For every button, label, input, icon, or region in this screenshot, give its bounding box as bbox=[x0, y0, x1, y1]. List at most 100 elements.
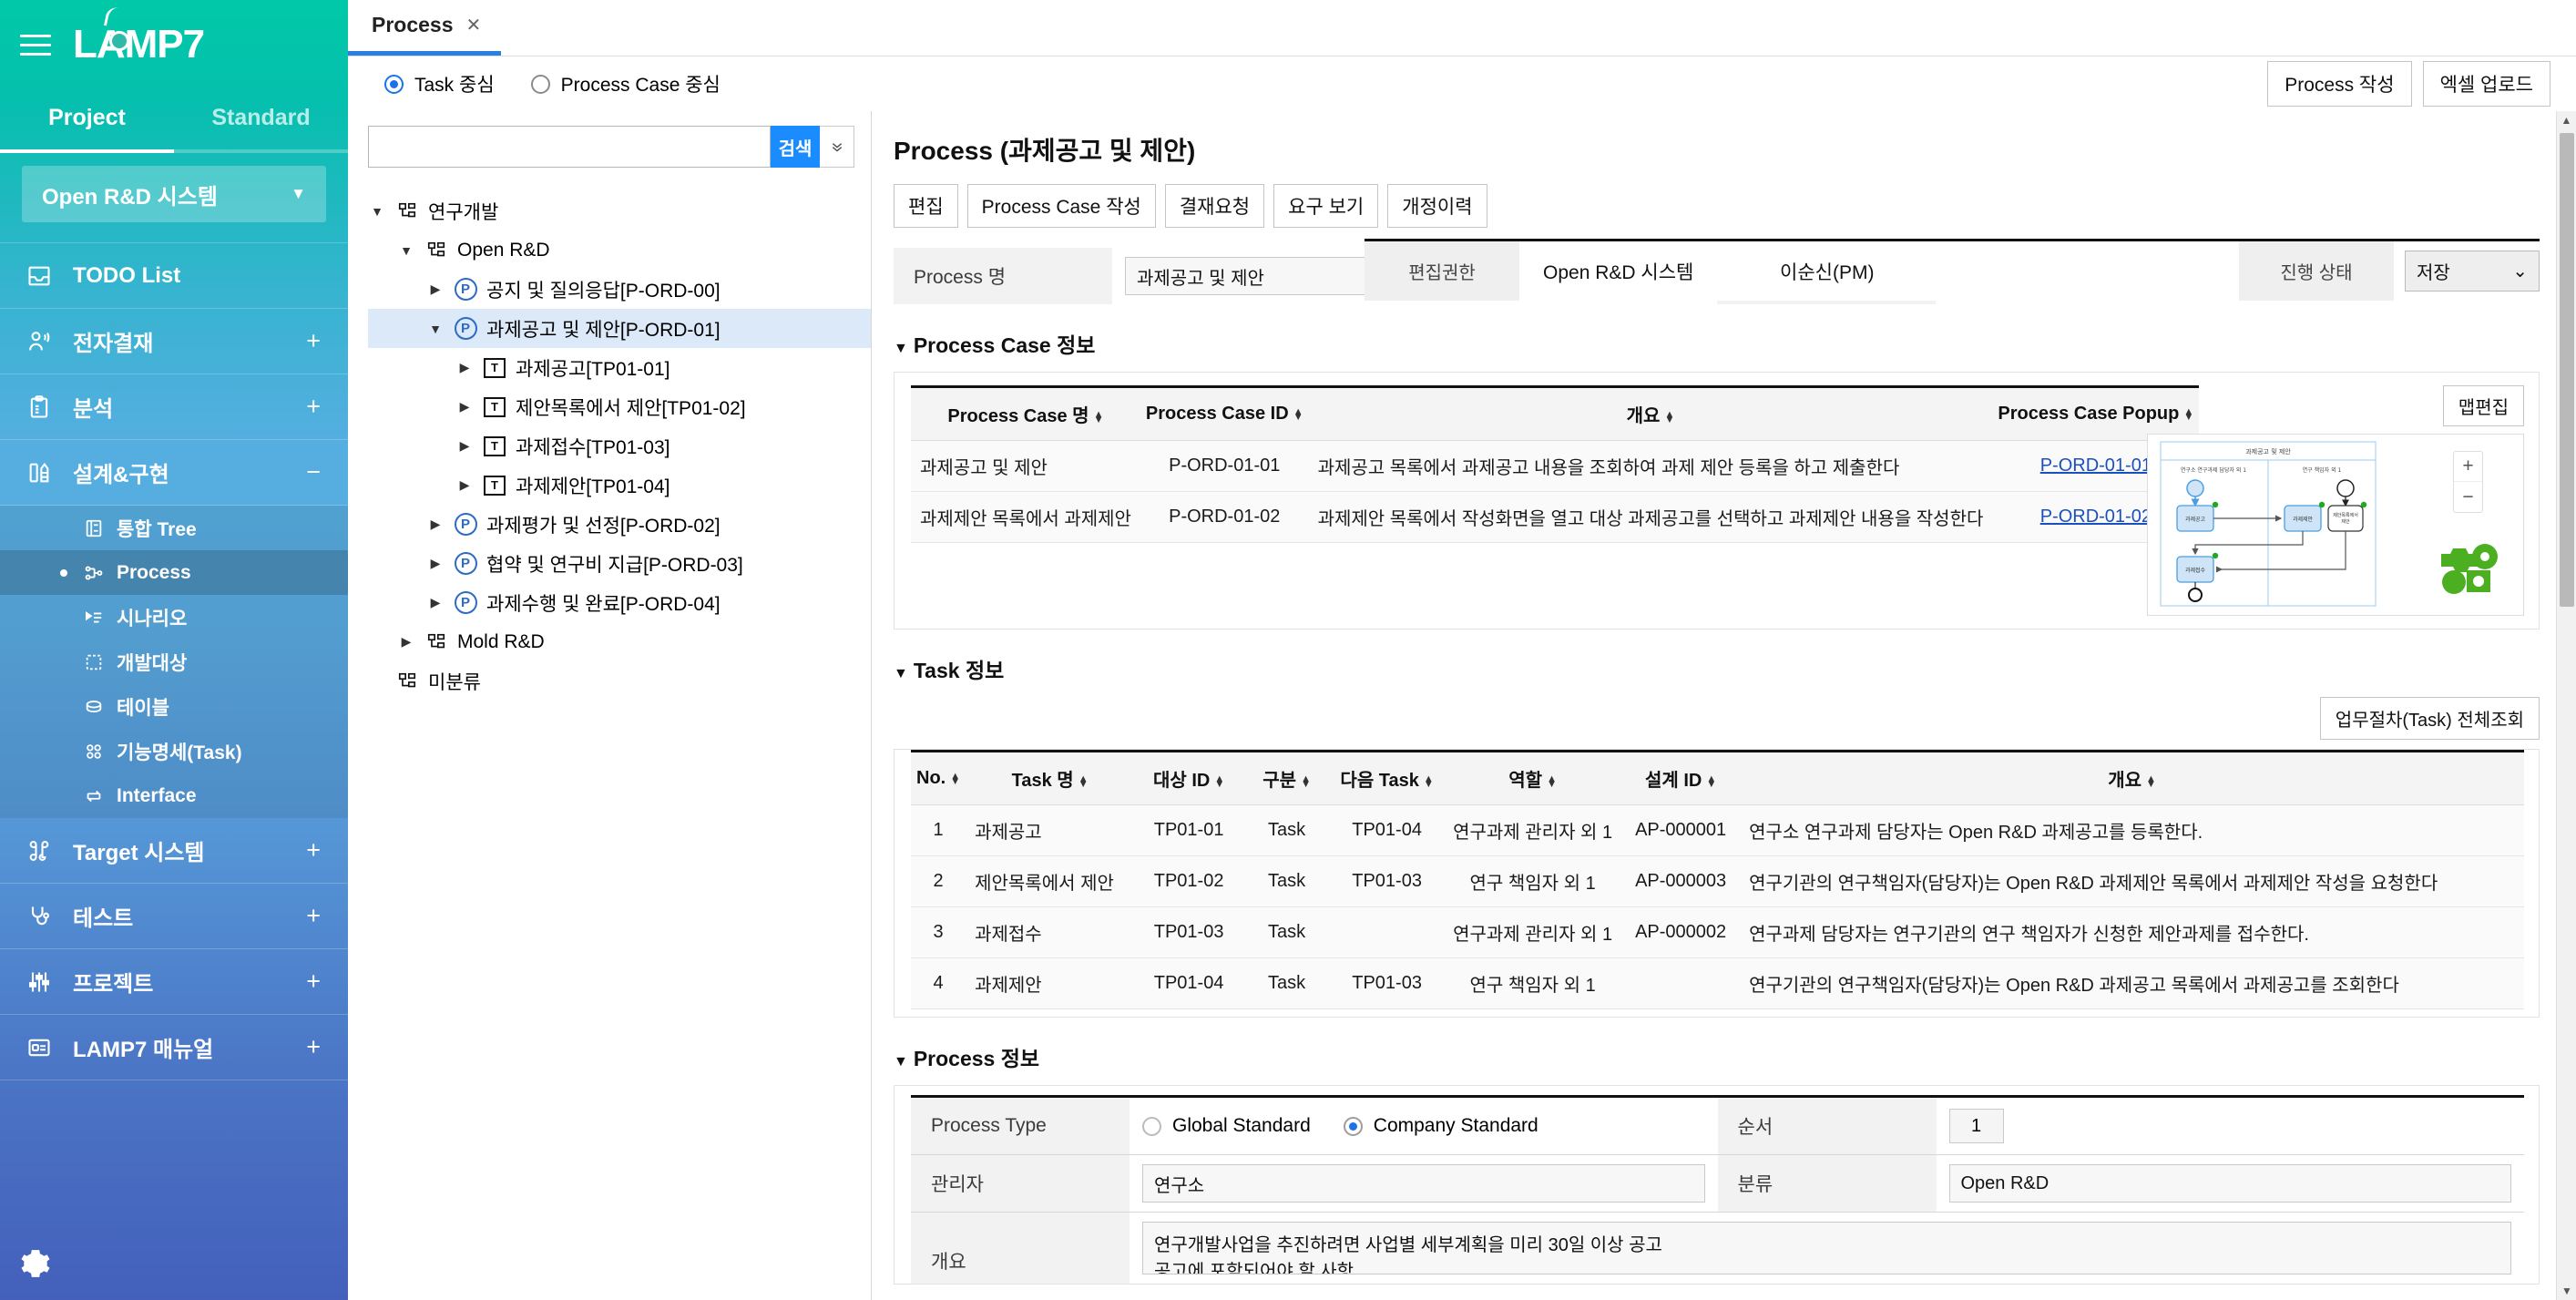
tree-node-tp01-02[interactable]: ▶ T 제안목록에서 제안[TP01-02] bbox=[368, 387, 871, 426]
tree-node-rnd[interactable]: ▼ 연구개발 bbox=[368, 191, 871, 230]
expand-plus-icon[interactable]: + bbox=[306, 329, 321, 353]
sidebar-item-interface[interactable]: Interface bbox=[0, 773, 348, 818]
expand-plus-icon[interactable]: + bbox=[306, 1035, 321, 1059]
chevron-right-icon[interactable]: ▶ bbox=[455, 477, 474, 493]
sidebar-tab-standard[interactable]: Standard bbox=[174, 89, 348, 153]
revision-history-button[interactable]: 개정이력 bbox=[1387, 184, 1487, 228]
radio-task-centric[interactable]: Task 중심 bbox=[384, 70, 495, 97]
table-row[interactable]: 4 과제제안 TP01-04 Task TP01-03 연구 책임자 외 1 연… bbox=[911, 957, 2524, 1009]
expand-plus-icon[interactable]: + bbox=[306, 838, 321, 863]
th-case-name[interactable]: Process Case 명 ▲ ▼ bbox=[911, 385, 1140, 441]
description-textarea[interactable]: 연구개발사업을 추진하려면 사업별 세부계획을 미리 30일 이상 공고 공고에… bbox=[1142, 1222, 2511, 1274]
progress-status-select[interactable]: 저장 ⌄ bbox=[2405, 251, 2540, 292]
sidebar-item-scenario[interactable]: 시나리오 bbox=[0, 595, 348, 640]
th-next-task[interactable]: 다음 Task ▲ ▼ bbox=[1330, 750, 1445, 805]
tree-node-p-ord-01[interactable]: ▼ P 과제공고 및 제안[P-ORD-01] bbox=[368, 309, 871, 348]
chevron-right-icon[interactable]: ▶ bbox=[426, 281, 445, 297]
zoom-in-button[interactable]: + bbox=[2454, 452, 2482, 482]
scrollbar-thumb[interactable] bbox=[2560, 133, 2574, 607]
tree-node-unclassified[interactable]: 미분류 bbox=[368, 661, 871, 701]
excel-upload-button[interactable]: 엑셀 업로드 bbox=[2422, 61, 2550, 107]
chevron-double-down-icon[interactable] bbox=[820, 126, 854, 168]
th-target-id[interactable]: 대상 ID ▲ ▼ bbox=[1134, 750, 1244, 805]
sidebar-item-process[interactable]: Process bbox=[0, 550, 348, 595]
chevron-right-icon[interactable]: ▶ bbox=[455, 399, 474, 415]
sidebar-item-todo-list[interactable]: TODO List bbox=[0, 243, 348, 309]
expand-plus-icon[interactable]: + bbox=[306, 394, 321, 419]
tree-node-tp01-04[interactable]: ▶ T 과제제안[TP01-04] bbox=[368, 466, 871, 505]
th-design-id[interactable]: 설계 ID ▲ ▼ bbox=[1621, 750, 1741, 805]
sidebar-item-analysis[interactable]: 분석 + bbox=[0, 374, 348, 440]
gear-icon[interactable] bbox=[20, 1248, 51, 1284]
th-type[interactable]: 구분 ▲ ▼ bbox=[1243, 750, 1331, 805]
detail-vertical-scrollbar[interactable]: ▲ ▼ bbox=[2556, 111, 2576, 1300]
sidebar-item-target-system[interactable]: Target 시스템 + bbox=[0, 818, 348, 884]
th-no[interactable]: No. ▲ ▼ bbox=[911, 750, 966, 805]
tab-process[interactable]: Process ✕ bbox=[348, 0, 502, 56]
table-row[interactable]: 2 제안목록에서 제안 TP01-02 Task TP01-03 연구 책임자 … bbox=[911, 855, 2524, 907]
case-popup-link[interactable]: P-ORD-01-01 bbox=[2040, 456, 2152, 476]
process-info-section-header[interactable]: ▼ Process 정보 bbox=[872, 1018, 2556, 1085]
radio-company-standard[interactable]: Company Standard bbox=[1343, 1115, 1538, 1137]
chevron-down-icon[interactable]: ▼ bbox=[397, 243, 415, 258]
approval-request-button[interactable]: 결재요청 bbox=[1164, 184, 1265, 228]
chevron-down-icon[interactable]: ▼ bbox=[368, 204, 386, 219]
table-row[interactable]: 과제공고 및 제안 P-ORD-01-01 과제공고 목록에서 과제공고 내용을… bbox=[911, 440, 2200, 492]
th-case-summary[interactable]: 개요 ▲ ▼ bbox=[1308, 385, 1993, 441]
sidebar-item-project[interactable]: 프로젝트 + bbox=[0, 949, 348, 1015]
sidebar-item-test[interactable]: 테스트 + bbox=[0, 884, 348, 949]
tree-node-open-rnd[interactable]: ▼ Open R&D bbox=[368, 230, 871, 270]
search-button[interactable]: 검색 bbox=[771, 126, 820, 168]
tree-node-p-ord-02[interactable]: ▶ P 과제평가 및 선정[P-ORD-02] bbox=[368, 505, 871, 544]
tree-node-tp01-03[interactable]: ▶ T 과제접수[TP01-03] bbox=[368, 426, 871, 466]
chevron-right-icon[interactable]: ▶ bbox=[455, 360, 474, 375]
project-selector[interactable]: Open R&D 시스템 ▼ bbox=[22, 166, 326, 222]
zoom-out-button[interactable]: − bbox=[2454, 482, 2482, 512]
sidebar-item-function-spec[interactable]: 기능명세(Task) bbox=[0, 729, 348, 773]
th-summary[interactable]: 개요 ▲ ▼ bbox=[1740, 750, 2524, 805]
table-row[interactable]: 1 과제공고 TP01-01 Task TP01-04 연구과제 관리자 외 1… bbox=[911, 804, 2524, 856]
radio-global-standard[interactable]: Global Standard bbox=[1142, 1115, 1311, 1137]
task-section-header[interactable]: ▼ Task 정보 bbox=[872, 630, 2556, 697]
sidebar-tab-project[interactable]: Project bbox=[0, 89, 174, 153]
sidebar-item-dev-target[interactable]: 개발대상 bbox=[0, 640, 348, 684]
table-row[interactable]: 3 과제접수 TP01-03 Task 연구과제 관리자 외 1 AP-0000… bbox=[911, 906, 2524, 958]
tree-node-tp01-01[interactable]: ▶ T 과제공고[TP01-01] bbox=[368, 348, 871, 387]
view-requirements-button[interactable]: 요구 보기 bbox=[1273, 184, 1379, 228]
chevron-down-icon[interactable]: ▼ bbox=[426, 322, 445, 336]
table-row[interactable]: 과제제안 목록에서 과제제안 P-ORD-01-02 과제제안 목록에서 작성화… bbox=[911, 491, 2200, 543]
sidebar-item-design-implementation[interactable]: 설계&구현 − bbox=[0, 440, 348, 506]
chevron-right-icon[interactable]: ▶ bbox=[426, 556, 445, 571]
chevron-right-icon[interactable]: ▶ bbox=[455, 438, 474, 454]
scroll-down-arrow-icon[interactable]: ▼ bbox=[2557, 1282, 2576, 1300]
sidebar-item-e-approval[interactable]: 전자결재 + bbox=[0, 309, 348, 374]
sidebar-item-table[interactable]: 테이블 bbox=[0, 684, 348, 729]
category-input[interactable] bbox=[1948, 1164, 2511, 1203]
create-process-case-button[interactable]: Process Case 작성 bbox=[966, 184, 1156, 228]
tree-node-p-ord-00[interactable]: ▶ P 공지 및 질의응답[P-ORD-00] bbox=[368, 270, 871, 309]
chevron-right-icon[interactable]: ▶ bbox=[426, 595, 445, 610]
tree-node-p-ord-04[interactable]: ▶ P 과제수행 및 완료[P-ORD-04] bbox=[368, 583, 871, 622]
hamburger-menu-icon[interactable] bbox=[20, 34, 51, 56]
collapse-minus-icon[interactable]: − bbox=[306, 460, 321, 485]
th-role[interactable]: 역할 ▲ ▼ bbox=[1444, 750, 1622, 805]
create-process-button[interactable]: Process 작성 bbox=[2267, 61, 2412, 107]
case-popup-link[interactable]: P-ORD-01-02 bbox=[2040, 507, 2152, 527]
process-diagram-canvas[interactable]: 과제공고 및 제안 연구소 연구과제 담당자 외 1 연구 책임자 외 1 과제… bbox=[2147, 434, 2524, 616]
expand-plus-icon[interactable]: + bbox=[306, 969, 321, 994]
tree-node-p-ord-03[interactable]: ▶ P 협약 및 연구비 지급[P-ORD-03] bbox=[368, 544, 871, 583]
th-task-name[interactable]: Task 명 ▲ ▼ bbox=[966, 750, 1135, 805]
sidebar-item-integrated-tree[interactable]: 통합 Tree bbox=[0, 506, 348, 550]
chevron-right-icon[interactable]: ▶ bbox=[426, 517, 445, 532]
th-case-id[interactable]: Process Case ID ▲ ▼ bbox=[1140, 385, 1309, 441]
view-all-tasks-button[interactable]: 업무절차(Task) 전체조회 bbox=[2319, 697, 2540, 740]
scroll-up-arrow-icon[interactable]: ▲ bbox=[2557, 111, 2576, 129]
process-case-section-header[interactable]: ▼ Process Case 정보 bbox=[872, 304, 2556, 372]
radio-process-case-centric[interactable]: Process Case 중심 bbox=[530, 70, 721, 97]
close-icon[interactable]: ✕ bbox=[466, 14, 482, 36]
order-value[interactable]: 1 bbox=[1948, 1109, 2004, 1143]
edit-button[interactable]: 편집 bbox=[894, 184, 958, 228]
sidebar-item-manual[interactable]: LAMP7 매뉴얼 + bbox=[0, 1015, 348, 1080]
tree-node-mold-rnd[interactable]: ▶ Mold R&D bbox=[368, 622, 871, 661]
map-edit-button[interactable]: 맵편집 bbox=[2442, 385, 2524, 426]
